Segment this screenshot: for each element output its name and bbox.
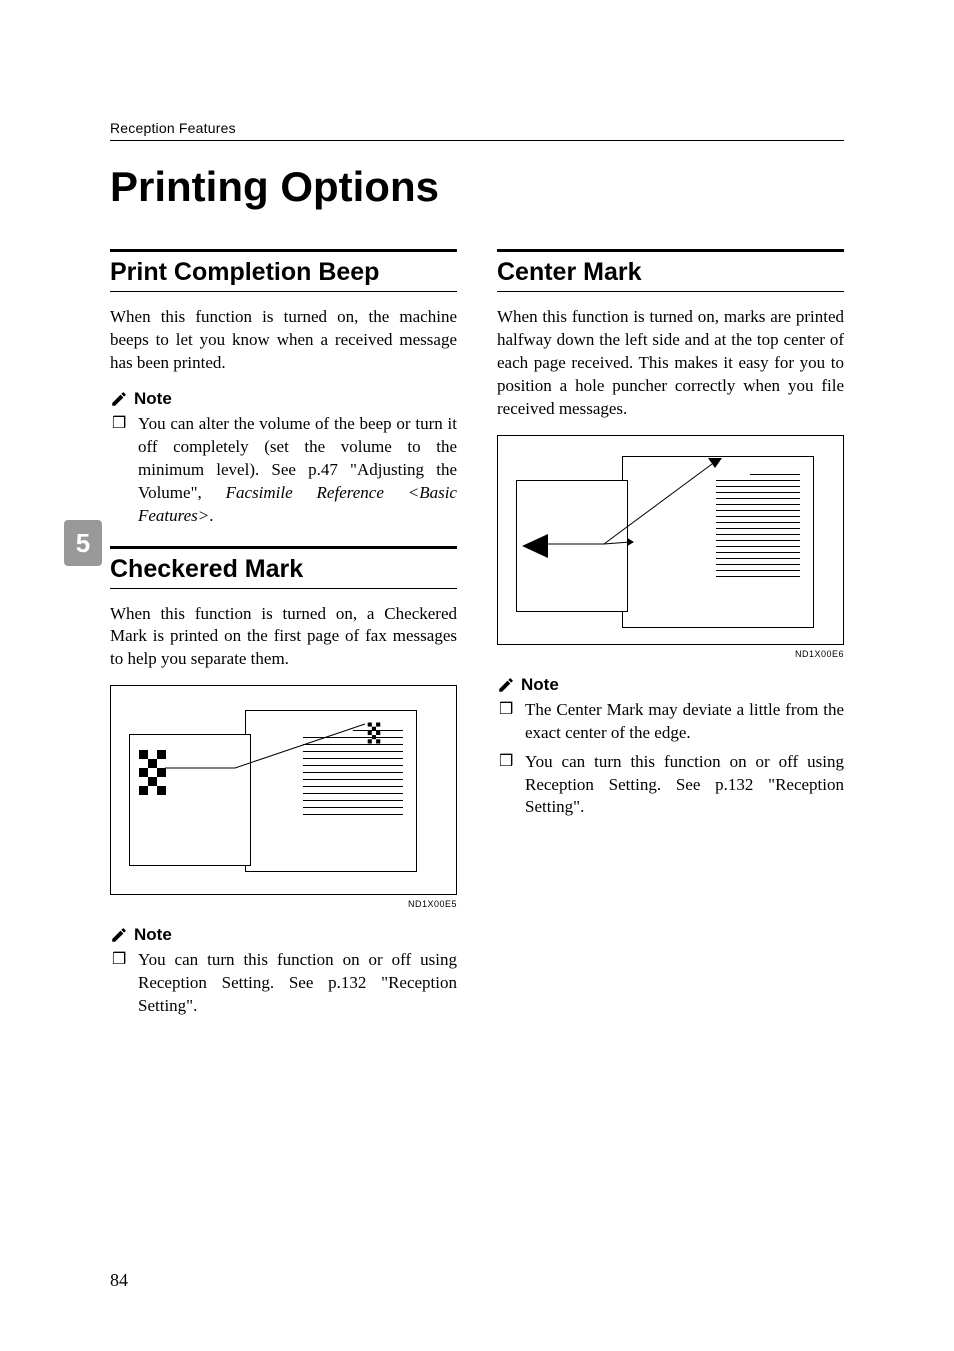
note-label: Note xyxy=(134,925,172,945)
note-label: Note xyxy=(134,389,172,409)
pointer-lines-icon xyxy=(548,460,718,550)
section-title-checkered-mark: Checkered Mark xyxy=(110,555,457,584)
figure-center-mark xyxy=(497,435,844,645)
note-list: You can alter the volume of the beep or … xyxy=(110,413,457,528)
note-item: You can turn this function on or off usi… xyxy=(110,949,457,1018)
note-head: Note xyxy=(497,675,844,695)
pencil-icon xyxy=(110,926,128,944)
columns: Print Completion Beep When this function… xyxy=(110,249,844,1036)
body-text: When this function is turned on, the mac… xyxy=(110,306,457,375)
section-rule-thin xyxy=(497,291,844,292)
running-head: Reception Features xyxy=(110,120,844,136)
page-number: 84 xyxy=(110,1270,128,1291)
section-rule-thin xyxy=(110,588,457,589)
note-item: The Center Mark may deviate a little fro… xyxy=(497,699,844,745)
page-title: Printing Options xyxy=(110,163,844,211)
figure-label: ND1X00E6 xyxy=(497,649,844,659)
pencil-icon xyxy=(497,676,515,694)
note-list: You can turn this function on or off usi… xyxy=(110,949,457,1018)
section-title-center-mark: Center Mark xyxy=(497,258,844,287)
note-item: You can turn this function on or off usi… xyxy=(497,751,844,820)
section-rule xyxy=(497,249,844,252)
page: Reception Features Printing Options 5 Pr… xyxy=(0,0,954,1351)
note-head: Note xyxy=(110,389,457,409)
figure-checkered-mark xyxy=(110,685,457,895)
body-text: When this function is turned on, marks a… xyxy=(497,306,844,421)
pencil-icon xyxy=(110,390,128,408)
chapter-tab: 5 xyxy=(64,520,102,566)
pointer-line-icon xyxy=(165,718,375,788)
head-rule xyxy=(110,140,844,141)
body-text: When this function is turned on, a Check… xyxy=(110,603,457,672)
note-text-tail: . xyxy=(209,506,213,525)
note-label: Note xyxy=(521,675,559,695)
note-item: You can alter the volume of the beep or … xyxy=(110,413,457,528)
section-rule xyxy=(110,546,457,549)
note-list: The Center Mark may deviate a little fro… xyxy=(497,699,844,820)
section-rule xyxy=(110,249,457,252)
left-column: Print Completion Beep When this function… xyxy=(110,249,457,1036)
section-rule-thin xyxy=(110,291,457,292)
note-head: Note xyxy=(110,925,457,945)
section-title-print-completion-beep: Print Completion Beep xyxy=(110,258,457,287)
right-column: Center Mark When this function is turned… xyxy=(497,249,844,1036)
triangle-left-icon xyxy=(522,534,548,558)
figure-label: ND1X00E5 xyxy=(110,899,457,909)
